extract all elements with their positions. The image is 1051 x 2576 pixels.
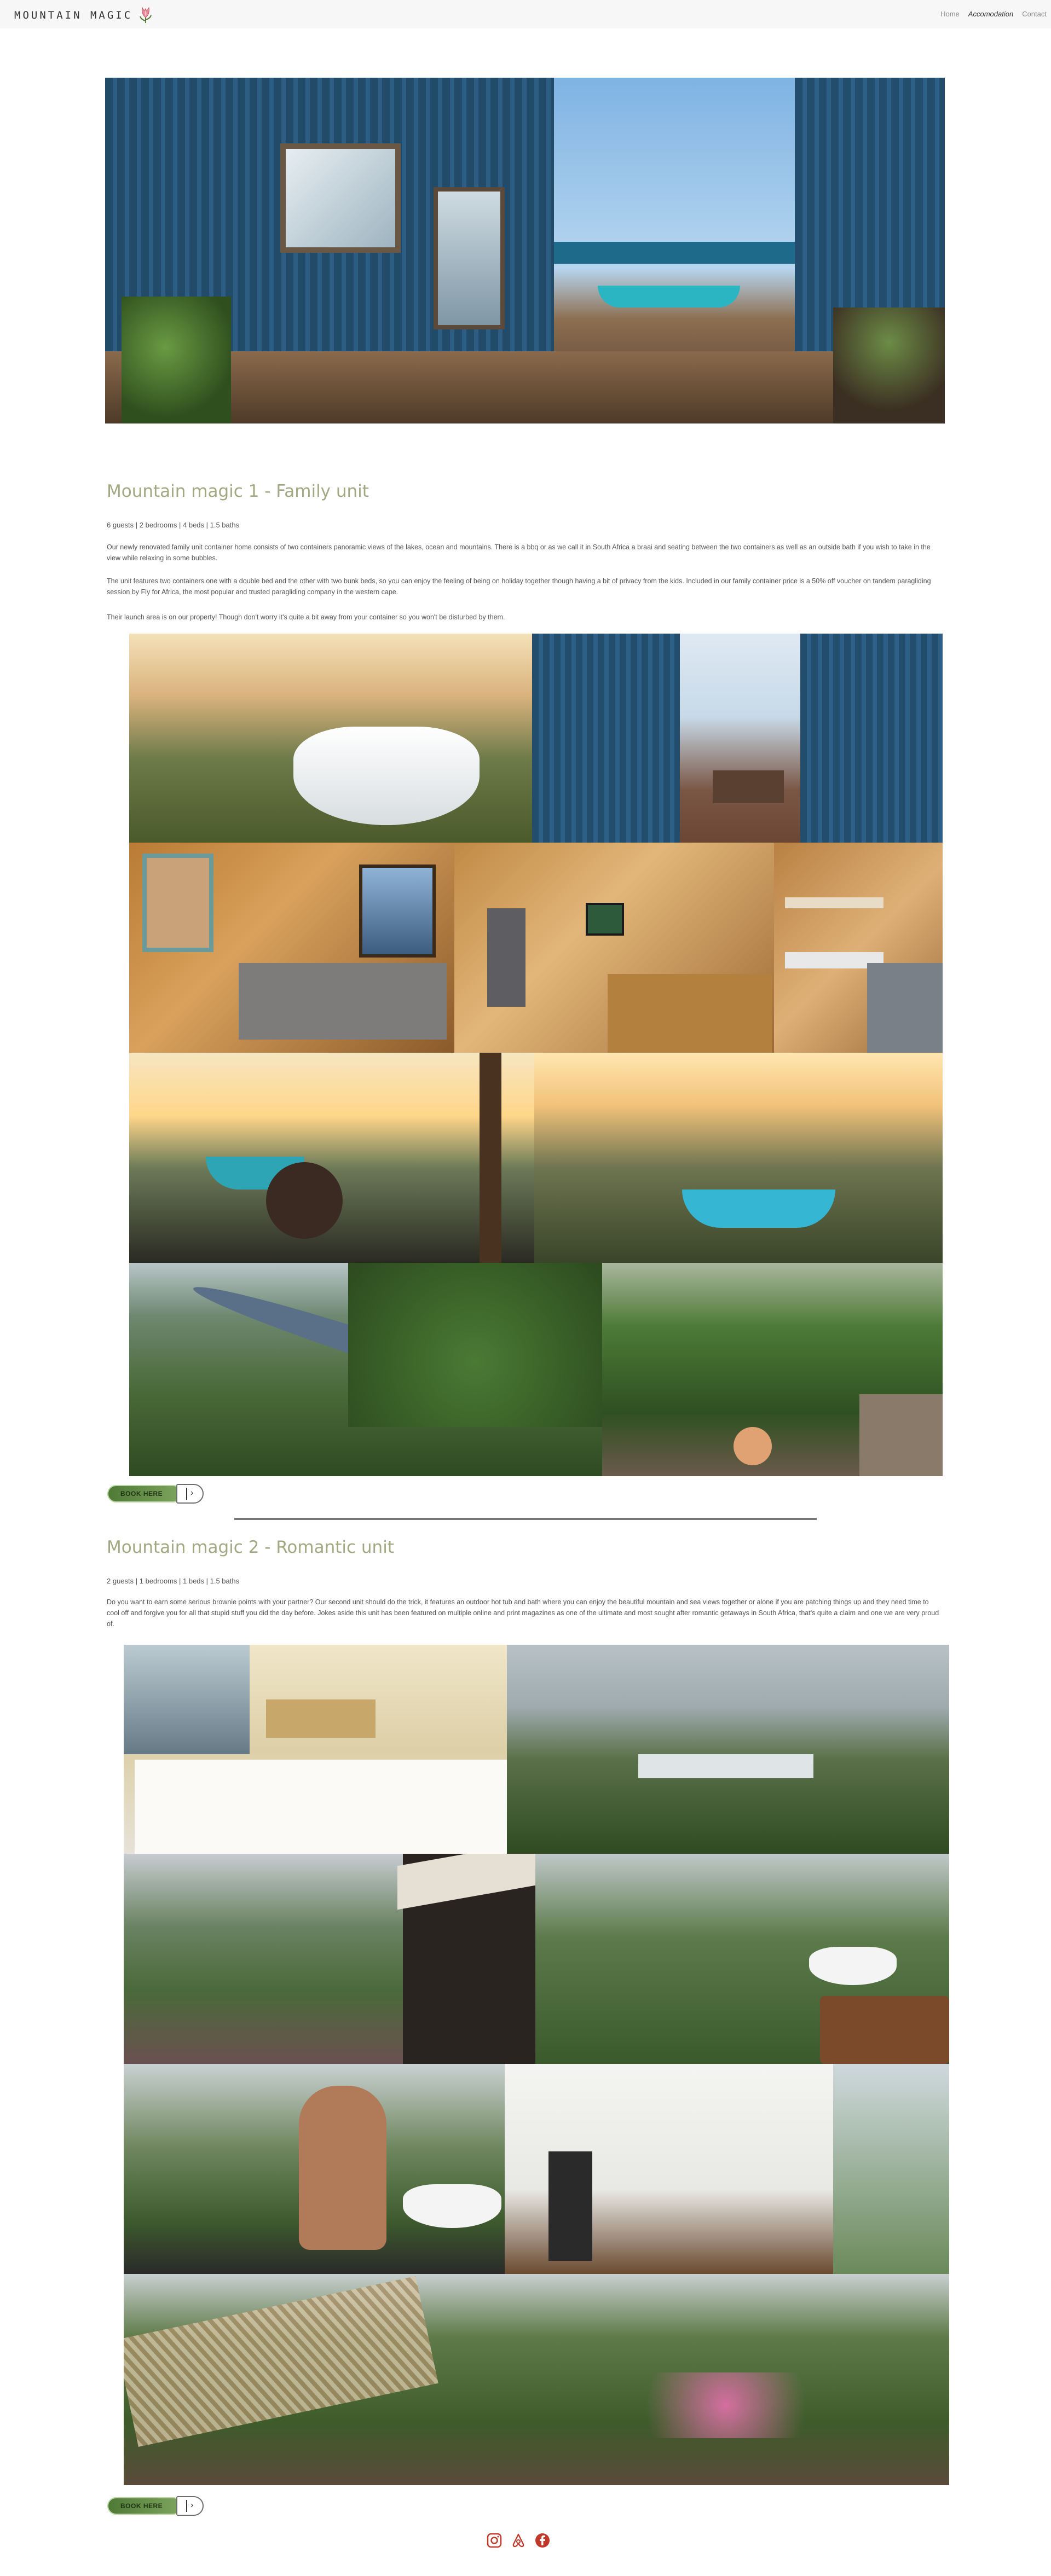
nav-contact[interactable]: Contact (1022, 10, 1047, 18)
gallery-photo-hammock-deck[interactable] (124, 1854, 535, 2064)
airbnb-icon[interactable] (510, 2532, 527, 2549)
gallery-photo-kitchen[interactable] (454, 843, 774, 1053)
unit2-book-here-label: BOOK HERE (120, 2502, 163, 2510)
unit2-title: Mountain magic 2 - Romantic unit (107, 1538, 394, 1557)
gallery-photo-unit-on-hill[interactable] (507, 1645, 949, 1854)
social-links (486, 2532, 551, 2549)
door-icon: › (176, 1484, 204, 1504)
gallery-photo-outdoor-bath[interactable] (129, 634, 532, 843)
gallery-photo-hammock-sunset-couple[interactable] (129, 1053, 534, 1263)
unit1-paragraph-1: Our newly renovated family unit containe… (107, 543, 931, 562)
gallery-photo-romantic-bedroom[interactable] (124, 1645, 507, 1854)
unit1-meta: 6 guests | 2 bedrooms | 4 beds | 1.5 bat… (107, 521, 240, 529)
protea-flower-icon (140, 7, 152, 23)
unit2-paragraph-1: Do you want to earn some serious brownie… (107, 1598, 939, 1628)
site-logo[interactable]: MOUNTAIN MAGIC (14, 4, 157, 26)
unit1-book-here-label: BOOK HERE (120, 1490, 163, 1498)
instagram-icon[interactable] (486, 2532, 503, 2549)
gallery-photo-double-bedroom[interactable] (129, 843, 454, 1053)
hero-photo (105, 78, 945, 423)
site-header: MOUNTAIN MAGIC Home Accomodation Contact (0, 0, 1051, 28)
gallery-photo-hammock-valley[interactable] (534, 1053, 943, 1263)
gallery-photo-aerial-river[interactable] (129, 1263, 602, 1476)
main-nav: Home Accomodation Contact (940, 10, 1047, 18)
nav-accomodation[interactable]: Accomodation (968, 10, 1013, 18)
unit2-book-here-button[interactable]: BOOK HERE › (107, 2495, 206, 2517)
nav-home[interactable]: Home (940, 10, 960, 18)
gallery-photo-hammock-garden[interactable] (124, 2274, 949, 2485)
unit2-meta: 2 guests | 1 bedrooms | 1 beds | 1.5 bat… (107, 1577, 240, 1585)
section-divider (234, 1518, 817, 1520)
facebook-icon[interactable] (534, 2532, 551, 2549)
gallery-photo-containers-couple[interactable] (532, 634, 943, 843)
door-icon: › (176, 2496, 204, 2516)
gallery-photo-man-in-hot-tub[interactable] (124, 2064, 505, 2274)
unit1-title: Mountain magic 1 - Family unit (107, 481, 369, 501)
unit1-paragraph-2: The unit features two containers one wit… (107, 577, 931, 596)
unit1-paragraph-3: Their launch area is on our property! Th… (107, 613, 505, 621)
logo-text: MOUNTAIN MAGIC (14, 9, 133, 21)
unit1-book-here-button[interactable]: BOOK HERE › (107, 1483, 206, 1505)
gallery-photo-hot-tub-outdoor[interactable] (535, 1854, 949, 2064)
gallery-photo-bunk-room[interactable] (774, 843, 943, 1053)
gallery-photo-gorge-view[interactable] (602, 1263, 943, 1476)
gallery-photo-container-interior[interactable] (505, 2064, 949, 2274)
